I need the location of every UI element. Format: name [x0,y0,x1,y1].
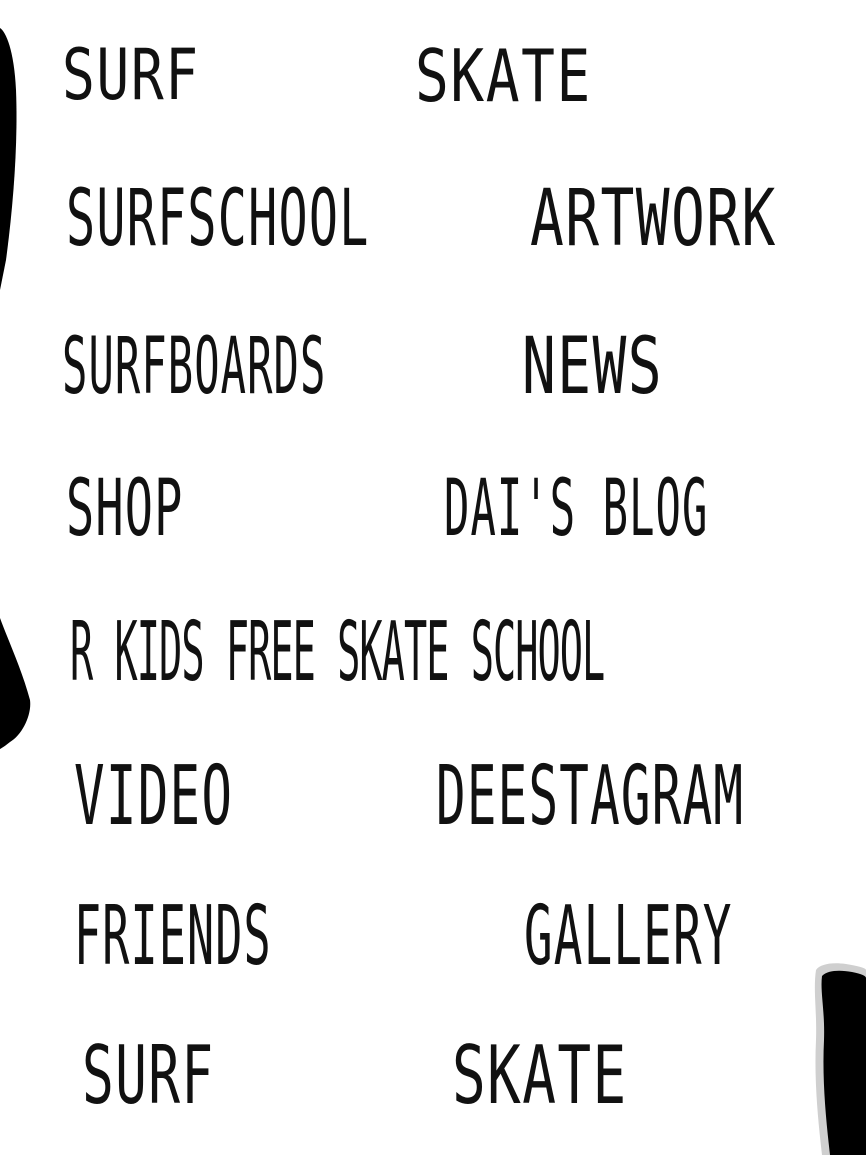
nav-link-video[interactable]: VIDEO [74,756,233,838]
nav-link-news[interactable]: NEWS [522,328,663,406]
nav-link-gallery[interactable]: GALLERY [524,896,733,978]
menu-page: SURF SKATE SURFSCHOOL ARTWORK SURFBOARDS… [0,0,866,1155]
brush-stroke-right-icon [821,970,866,1155]
nav-link-artwork[interactable]: ARTWORK [530,180,777,258]
nav-link-dais-blog[interactable]: DAI'S BLOG [444,470,708,548]
brush-stroke-left-top-icon [0,28,17,290]
nav-link-surfboards[interactable]: SURFBOARDS [62,328,326,406]
nav-link-surf-secondary[interactable]: SURF [82,1036,214,1116]
nav-link-surf[interactable]: SURF [62,40,200,110]
nav-link-skate[interactable]: SKATE [415,40,592,112]
nav-link-kids-free-skate-school[interactable]: R KIDS FREE SKATE SCHOOL [70,612,605,694]
nav-link-surfschool[interactable]: SURFSCHOOL [66,180,370,258]
nav-link-shop[interactable]: SHOP [66,470,184,548]
nav-link-friends[interactable]: FRIENDS [74,896,272,978]
brush-stroke-left-bottom-icon [0,618,31,749]
nav-link-skate-secondary[interactable]: SKATE [452,1036,628,1116]
nav-link-deestagram[interactable]: DEESTAGRAM [436,756,744,838]
